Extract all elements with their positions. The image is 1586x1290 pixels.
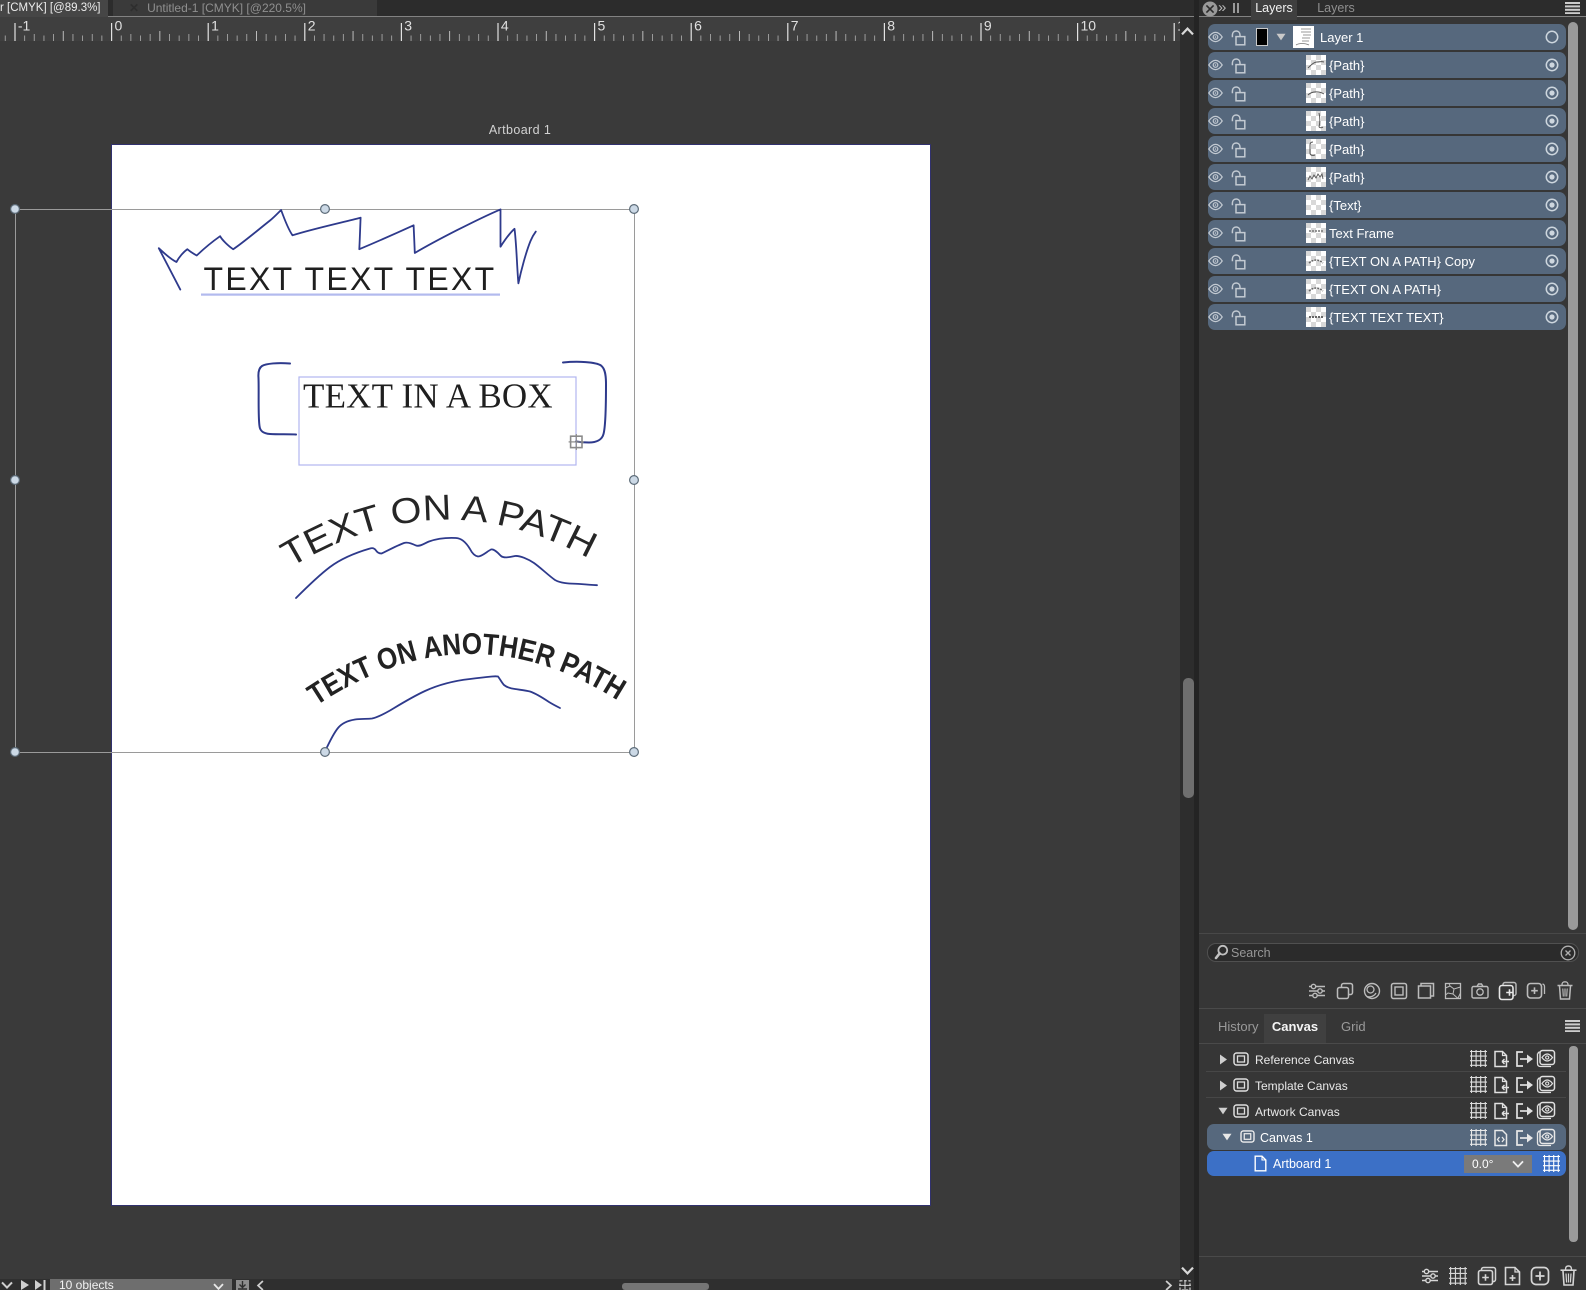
svg-text:TEXT TEXT TEXT: TEXT TEXT TEXT: [204, 261, 497, 297]
svg-text:TEXT ON ANOTHER PATH: TEXT ON ANOTHER PATH: [302, 628, 631, 712]
svg-text:TEXT IN A BOX: TEXT IN A BOX: [303, 377, 553, 416]
svg-text:TEXT ON A PATH: TEXT ON A PATH: [274, 486, 604, 574]
